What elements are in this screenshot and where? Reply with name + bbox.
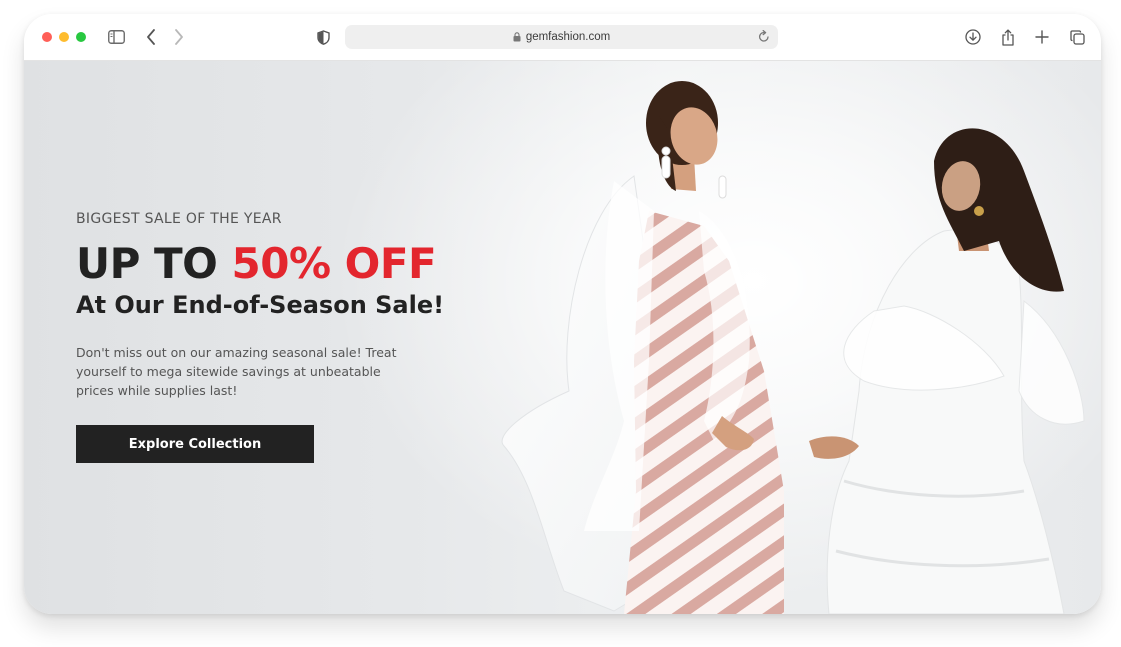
minimize-window-button[interactable] (59, 32, 69, 42)
hero-eyebrow: BIGGEST SALE OF THE YEAR (76, 211, 282, 227)
zoom-window-button[interactable] (76, 32, 86, 42)
download-icon[interactable] (961, 25, 985, 49)
address-bar-url: gemfashion.com (525, 31, 611, 43)
hero-headline-prefix: UP TO (76, 239, 218, 288)
chevron-left-icon[interactable] (139, 25, 163, 49)
hero-headline: UP TO 50% OFF (76, 239, 437, 288)
explore-collection-button[interactable]: Explore Collection (76, 425, 314, 463)
close-window-button[interactable] (42, 32, 52, 42)
browser-toolbar: gemfashion.com (24, 14, 1101, 61)
sidebar-icon[interactable] (104, 25, 128, 49)
share-icon[interactable] (996, 25, 1020, 49)
hero-subheadline: At Our End-of-Season Sale! (76, 291, 445, 319)
address-bar[interactable]: gemfashion.com (345, 25, 778, 49)
hero-headline-accent: 50% OFF (231, 239, 437, 288)
reload-icon[interactable] (758, 30, 770, 43)
shield-icon[interactable] (311, 25, 335, 49)
chevron-right-icon[interactable] (167, 25, 191, 49)
lock-icon (513, 32, 521, 42)
hero-models-image (501, 81, 1085, 614)
plus-icon[interactable] (1030, 25, 1054, 49)
hero-description: Don't miss out on our amazing seasonal s… (76, 345, 397, 398)
browser-window: gemfashion.com BIGGEST SALE OF THE YEAR … (24, 14, 1101, 614)
tabs-overview-icon[interactable] (1065, 25, 1089, 49)
hero-banner: BIGGEST SALE OF THE YEAR UP TO 50% OFF A… (24, 61, 1101, 614)
